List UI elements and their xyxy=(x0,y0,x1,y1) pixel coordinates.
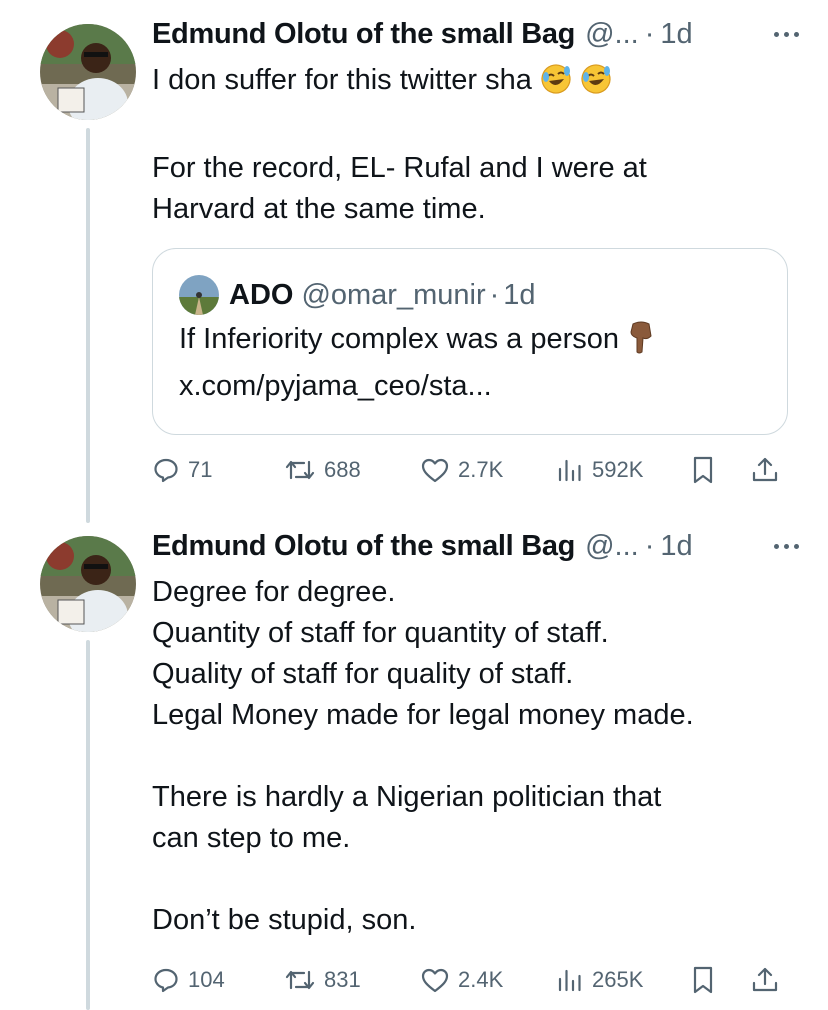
like-button[interactable]: 2.7K xyxy=(420,450,503,490)
rolling-laughing-emoji-icon xyxy=(540,63,572,107)
tweet-text: I don suffer for this twitter sha For th… xyxy=(152,60,792,230)
reply-icon xyxy=(154,968,178,993)
author-name[interactable]: Edmund Olotu of the small Bag xyxy=(152,530,575,563)
tweet-text-body: For the record, EL- Rufal and I were at … xyxy=(152,152,647,225)
author-name[interactable]: Edmund Olotu of the small Bag xyxy=(152,18,575,51)
thread-connector-line xyxy=(86,640,90,1010)
bookmark-button[interactable] xyxy=(690,450,716,490)
tweet-text-line: I don suffer for this twitter sha xyxy=(152,64,532,96)
separator-dot: · xyxy=(489,278,500,311)
reply-count: 71 xyxy=(188,457,213,482)
quoted-tweet-card[interactable]: ADO @omar_munir · 1d If Inferiority comp… xyxy=(152,248,788,435)
author-handle[interactable]: @... xyxy=(585,530,639,563)
heart-icon xyxy=(421,458,449,483)
tweet-action-bar: 71 688 2.7K 592K xyxy=(152,450,792,490)
heart-icon xyxy=(421,968,449,993)
tweet-header: Edmund Olotu of the small Bag @... · 1d xyxy=(152,18,792,60)
bookmark-icon xyxy=(693,966,713,994)
tweet-header: Edmund Olotu of the small Bag @... · 1d xyxy=(152,530,792,572)
reply-count: 104 xyxy=(188,967,225,992)
bookmark-icon xyxy=(693,456,713,484)
view-count: 592K xyxy=(592,457,644,482)
like-count: 2.7K xyxy=(458,457,504,482)
share-icon xyxy=(752,457,778,482)
quoted-tweet-text: If Inferiority complex was a person x.co… xyxy=(179,319,761,407)
views-icon xyxy=(558,459,581,482)
author-avatar[interactable] xyxy=(40,24,136,120)
thread-connector-line xyxy=(86,128,90,523)
like-button[interactable]: 2.4K xyxy=(420,960,503,1000)
author-handle[interactable]: @... xyxy=(585,18,639,51)
view-count: 265K xyxy=(592,967,644,992)
more-options-icon[interactable] xyxy=(766,534,806,558)
quoted-author-name[interactable]: ADO xyxy=(229,279,293,312)
tweet-timestamp[interactable]: 1d xyxy=(660,530,692,563)
bookmark-button[interactable] xyxy=(690,960,716,1000)
author-avatar[interactable] xyxy=(40,536,136,632)
repost-icon xyxy=(285,460,315,480)
reply-button[interactable]: 104 xyxy=(152,960,225,1000)
tweet-timestamp[interactable]: 1d xyxy=(660,18,692,51)
views-button[interactable]: 265K xyxy=(556,960,643,1000)
separator-dot: · xyxy=(644,18,655,50)
tweet-action-bar: 104 831 2.4K 265K xyxy=(152,960,792,1000)
share-button[interactable] xyxy=(750,960,780,1000)
quoted-author-avatar[interactable] xyxy=(179,275,219,315)
repost-count: 831 xyxy=(324,967,361,992)
pointing-down-emoji-icon xyxy=(627,320,655,366)
repost-icon xyxy=(285,970,315,990)
views-button[interactable]: 592K xyxy=(556,450,643,490)
quoted-author-handle[interactable]: @omar_munir xyxy=(301,279,485,312)
quoted-text-line: If Inferiority complex was a person xyxy=(179,323,620,355)
quoted-tweet-timestamp[interactable]: 1d xyxy=(503,279,535,312)
tweet-text: Degree for degree. Quantity of staff for… xyxy=(152,576,694,936)
repost-button[interactable]: 688 xyxy=(284,450,361,490)
repost-count: 688 xyxy=(324,457,361,482)
like-count: 2.4K xyxy=(458,967,504,992)
share-button[interactable] xyxy=(750,450,780,490)
repost-button[interactable]: 831 xyxy=(284,960,361,1000)
rolling-laughing-emoji-icon xyxy=(580,63,612,107)
views-icon xyxy=(558,969,581,992)
reply-button[interactable]: 71 xyxy=(152,450,212,490)
quoted-link[interactable]: x.com/pyjama_ceo/sta... xyxy=(179,370,492,402)
more-options-icon[interactable] xyxy=(766,22,806,46)
reply-icon xyxy=(154,458,178,483)
separator-dot: · xyxy=(644,530,655,562)
share-icon xyxy=(752,967,778,992)
